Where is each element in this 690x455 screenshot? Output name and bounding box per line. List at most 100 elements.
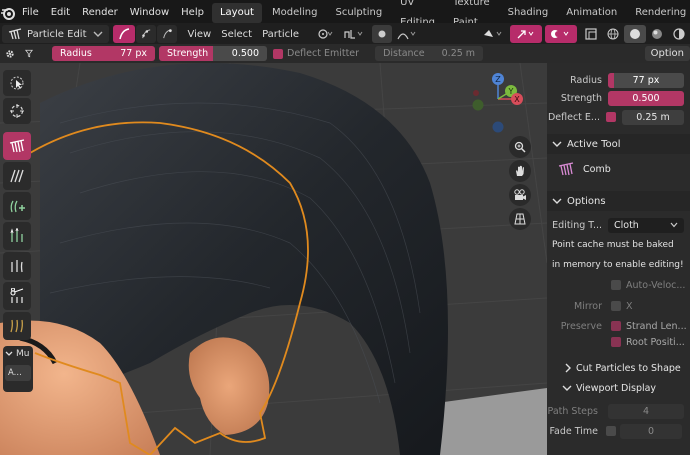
strength-label: Strength <box>167 48 209 59</box>
fade-time-checkbox[interactable] <box>606 426 616 436</box>
strength-value: 0.500 <box>231 48 259 59</box>
tool-weight[interactable] <box>3 312 31 340</box>
active-tool-header: Active Tool <box>567 138 621 150</box>
auto-velocity-checkbox[interactable] <box>611 280 621 290</box>
menu-select[interactable]: Select <box>216 25 257 43</box>
cache-note-line-2: in memory to enable editing! <box>552 260 684 270</box>
gizmo-toggle-icon[interactable] <box>510 25 542 43</box>
tab-shading[interactable]: Shading <box>500 3 557 23</box>
camera-icon[interactable] <box>509 184 531 206</box>
options-header: Options <box>567 195 606 207</box>
overlays-icon[interactable] <box>545 25 577 43</box>
tool-length[interactable] <box>3 222 31 250</box>
options-section[interactable]: Options <box>547 191 690 211</box>
transform-pivot-icon[interactable] <box>312 25 338 43</box>
chevron-down-icon <box>670 222 678 228</box>
active-tool-section[interactable]: Active Tool <box>547 134 690 154</box>
tab-layout[interactable]: Layout <box>211 3 262 23</box>
tool-cursor[interactable] <box>3 98 31 124</box>
perspective-grid-icon[interactable] <box>509 208 531 230</box>
shading-material-icon[interactable] <box>646 25 668 43</box>
comb-tool-icon <box>558 162 574 176</box>
preserve-root-row: Root Positi... <box>547 333 690 351</box>
viewport-display-label: Viewport Display <box>576 382 657 394</box>
sidebar-panel: Radius 77 px Strength 0.500 Deflect E...… <box>547 63 690 455</box>
path-steps-field[interactable]: 4 <box>608 403 684 419</box>
select-points-icon[interactable] <box>135 25 156 43</box>
menu-particle[interactable]: Particle <box>257 25 304 43</box>
radius-field[interactable]: Radius 77 px <box>52 46 155 61</box>
preserve-label: Preserve <box>560 320 602 332</box>
tool-comb[interactable] <box>3 132 31 160</box>
mode-label: Particle Edit <box>27 28 87 40</box>
select-path-icon[interactable] <box>112 25 135 43</box>
strand-length-checkbox[interactable] <box>611 321 621 331</box>
shading-wireframe-icon[interactable] <box>602 25 624 43</box>
tab-animation[interactable]: Animation <box>558 3 625 23</box>
panel-strength-value: 0.500 <box>632 92 660 104</box>
tool-puff[interactable] <box>3 252 31 280</box>
viewport-display-section[interactable]: Viewport Display <box>547 378 690 398</box>
tool-cut[interactable] <box>3 282 31 310</box>
editing-type-value: Cloth <box>614 219 639 231</box>
distance-label: Distance <box>383 48 425 59</box>
tool-add[interactable] <box>3 192 31 220</box>
panel-deflect-value: 0.25 m <box>636 111 670 123</box>
tool-select-box[interactable] <box>3 70 31 96</box>
strand-length-label: Strand Len... <box>626 320 687 332</box>
tab-modeling[interactable]: Modeling <box>264 3 326 23</box>
visibility-icon[interactable] <box>478 25 510 43</box>
path-steps-label: Path Steps <box>547 405 598 417</box>
mirror-x-checkbox[interactable] <box>611 301 621 311</box>
panel-deflect-row: Deflect E... 0.25 m <box>547 108 690 126</box>
3d-viewport[interactable]: Z Y X <box>0 63 547 455</box>
deflect-emitter-label: Deflect Emitter <box>287 48 360 59</box>
gear-icon[interactable] <box>0 45 20 63</box>
fade-time-field[interactable]: 0 <box>620 423 682 439</box>
cut-particles-label: Cut Particles to Shape <box>576 362 681 374</box>
zoom-icon[interactable] <box>509 136 531 158</box>
panel-deflect-checkbox[interactable] <box>606 112 616 122</box>
falloff-icon[interactable] <box>392 25 422 43</box>
mirror-row: Mirror X <box>547 297 690 315</box>
editing-type-row: Editing T... Cloth <box>547 216 690 234</box>
auto-velocity-label: Auto-Veloc... <box>626 279 686 291</box>
filter-icon[interactable] <box>20 45 38 63</box>
editing-type-select[interactable]: Cloth <box>608 217 684 233</box>
select-tip-icon[interactable] <box>156 25 177 43</box>
gizmo-z-label: Z <box>495 75 501 84</box>
proportional-edit-icon[interactable] <box>372 25 393 43</box>
mode-selector[interactable]: Particle Edit <box>2 25 109 43</box>
deflect-emitter-checkbox[interactable] <box>273 48 283 59</box>
shading-solid-icon[interactable] <box>624 25 646 43</box>
tab-sculpting[interactable]: Sculpting <box>327 3 390 23</box>
distance-value: 0.25 m <box>441 48 476 59</box>
cut-particles-section[interactable]: Cut Particles to Shape <box>547 358 690 378</box>
fade-time-value: 0 <box>647 425 655 437</box>
snap-icon[interactable] <box>338 25 368 43</box>
note-row-1: Point cache must be baked <box>547 236 690 254</box>
gizmo-x-label: X <box>514 95 520 104</box>
tool-smooth[interactable] <box>3 162 31 190</box>
distance-field[interactable]: Distance 0.25 m <box>375 46 484 61</box>
tab-rendering[interactable]: Rendering <box>627 3 690 23</box>
pan-hand-icon[interactable] <box>509 160 531 182</box>
viewport-scene: Z Y X <box>0 63 547 455</box>
options-label: Option <box>650 48 684 59</box>
mirror-label: Mirror <box>574 300 602 312</box>
panel-deflect-field[interactable]: 0.25 m <box>622 109 684 125</box>
panel-strength-field[interactable]: 0.500 <box>608 90 684 106</box>
active-tool-row[interactable]: Comb <box>547 158 690 180</box>
chevron-down-icon <box>552 141 562 147</box>
root-positions-checkbox[interactable] <box>611 337 621 347</box>
shading-rendered-icon[interactable] <box>668 25 690 43</box>
strength-field[interactable]: Strength 0.500 <box>159 46 267 61</box>
toolbar-popup[interactable]: Mu A... <box>3 346 33 392</box>
panel-radius-field[interactable]: 77 px <box>608 72 684 88</box>
popup-sub-button[interactable]: A... <box>5 365 31 381</box>
options-button[interactable]: Option <box>644 46 690 61</box>
menu-view[interactable]: View <box>183 25 217 43</box>
xray-icon[interactable] <box>580 25 602 43</box>
editing-type-label: Editing T... <box>552 219 602 231</box>
popup-label: Mu <box>16 349 30 359</box>
